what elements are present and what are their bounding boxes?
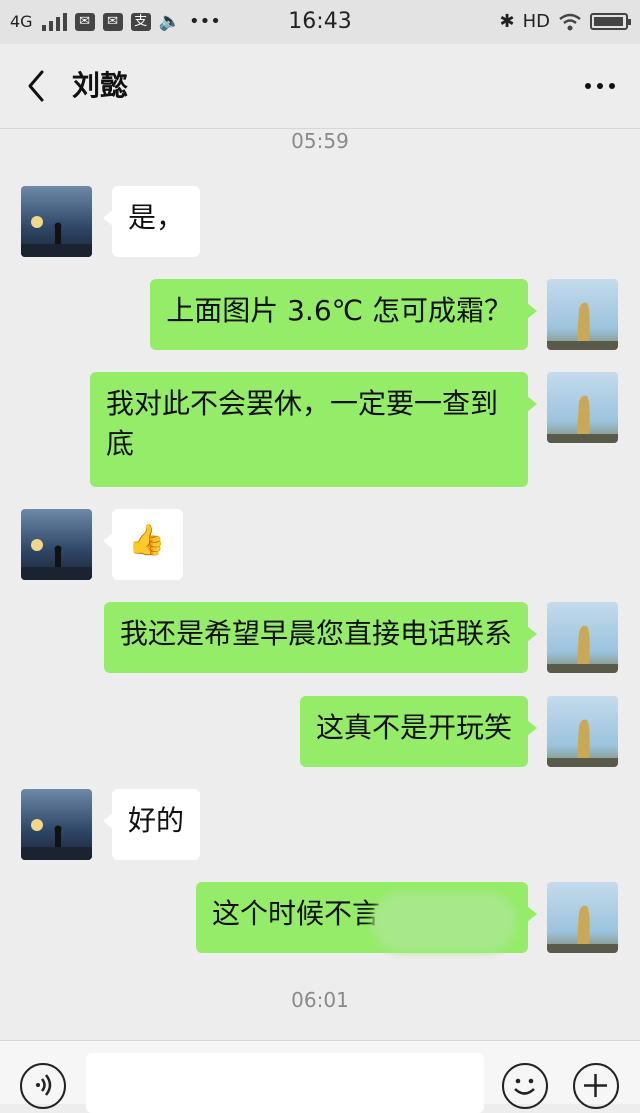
input-bar bbox=[0, 1040, 640, 1113]
more-options-button[interactable] bbox=[578, 66, 622, 106]
message-bubble-incoming[interactable]: 👍 bbox=[103, 509, 183, 580]
contact-avatar[interactable] bbox=[21, 789, 92, 860]
my-avatar[interactable] bbox=[547, 279, 618, 350]
emoji-button[interactable] bbox=[502, 1063, 548, 1109]
more-icon bbox=[585, 83, 615, 89]
my-avatar[interactable] bbox=[547, 882, 618, 953]
status-right: ✱ HD bbox=[499, 11, 631, 32]
message-bubble-incoming[interactable]: 好的 bbox=[102, 789, 201, 860]
message-bubble-incoming[interactable]: 是， bbox=[102, 186, 201, 257]
status-bar: 4G ✉ ✉ 支 🔈 ••• 16:43 ✱ HD bbox=[0, 0, 640, 44]
my-avatar[interactable] bbox=[547, 372, 618, 443]
more-functions-button[interactable] bbox=[573, 1063, 619, 1109]
chat-title: 刘懿 bbox=[72, 69, 129, 102]
message-bubble-outgoing[interactable]: 我对此不会罢休，一定要一查到底 bbox=[90, 372, 537, 487]
battery-icon bbox=[590, 13, 631, 30]
hd-label: HD bbox=[522, 11, 550, 32]
contact-avatar[interactable] bbox=[21, 509, 92, 580]
message-text: 这个时候不言 bbox=[212, 897, 381, 930]
message-bubble-outgoing[interactable]: 上面图片 3.6℃ 怎可成霜？ bbox=[150, 279, 537, 350]
message-timestamp: 05:59 bbox=[291, 129, 349, 153]
blurred-redaction bbox=[372, 892, 516, 952]
plus-icon bbox=[584, 1074, 607, 1097]
message-bubble-outgoing[interactable]: 这个时候不言 bbox=[196, 882, 537, 953]
message-bubble-outgoing[interactable]: 这真不是开玩笑 bbox=[299, 696, 538, 767]
message-input[interactable] bbox=[86, 1053, 484, 1113]
bluetooth-icon: ✱ bbox=[499, 11, 515, 32]
back-button[interactable] bbox=[18, 66, 58, 106]
my-avatar[interactable] bbox=[547, 602, 618, 673]
wifi-icon bbox=[559, 13, 581, 30]
thumbs-up-icon: 👍 bbox=[128, 523, 166, 558]
my-avatar[interactable] bbox=[547, 696, 618, 767]
chat-header: 刘懿 bbox=[0, 44, 640, 129]
contact-avatar[interactable] bbox=[21, 186, 92, 257]
smiley-icon bbox=[514, 1078, 535, 1095]
message-bubble-outgoing[interactable]: 我还是希望早晨您直接电话联系 bbox=[103, 602, 538, 673]
voice-icon bbox=[36, 1074, 52, 1096]
chevron-left-icon bbox=[28, 70, 44, 102]
message-timestamp: 06:01 bbox=[291, 988, 349, 1012]
voice-input-button[interactable] bbox=[20, 1063, 66, 1109]
